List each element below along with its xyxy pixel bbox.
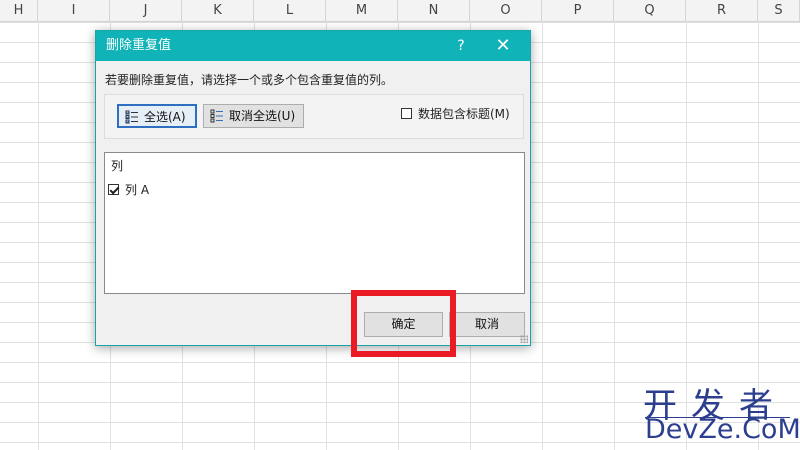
column-header-q[interactable]: Q xyxy=(614,0,686,22)
unselect-all-button[interactable]: 取消全选(U) xyxy=(203,104,304,128)
columns-list-header: 列 xyxy=(111,159,124,173)
unselect-all-label: 取消全选(U) xyxy=(229,109,296,123)
watermark-en: DevZe.CoM xyxy=(645,414,800,445)
column-header-j[interactable]: J xyxy=(110,0,182,22)
ok-button-highlight xyxy=(351,290,456,357)
close-button[interactable]: ✕ xyxy=(486,31,520,61)
column-a-label: 列 A xyxy=(125,183,150,197)
help-button[interactable]: ? xyxy=(444,31,478,61)
column-header-o[interactable]: O xyxy=(470,0,542,22)
column-a-checkbox[interactable] xyxy=(108,184,119,195)
selection-options-group: 全选(A) 取消全选(U) 数据包含标题(M) xyxy=(104,94,524,139)
cancel-button[interactable]: 取消 xyxy=(449,312,525,337)
columns-listbox[interactable]: 列 列 A xyxy=(104,152,525,294)
select-all-icon xyxy=(125,110,138,124)
column-header-h[interactable]: H xyxy=(0,0,38,22)
select-all-label: 全选(A) xyxy=(144,110,186,124)
list-item[interactable]: 列 A xyxy=(108,181,149,198)
column-header-p[interactable]: P xyxy=(542,0,614,22)
column-header-s[interactable]: S xyxy=(758,0,800,22)
select-all-button[interactable]: 全选(A) xyxy=(117,104,197,128)
column-header-i[interactable]: I xyxy=(38,0,110,22)
resize-grip-icon[interactable] xyxy=(520,335,528,343)
headers-checkbox-label: 数据包含标题(M) xyxy=(418,107,510,121)
remove-duplicates-dialog: 删除重复值 ? ✕ 若要删除重复值，请选择一个或多个包含重复值的列。 全选(A) xyxy=(95,30,531,346)
dialog-instruction: 若要删除重复值，请选择一个或多个包含重复值的列。 xyxy=(105,73,394,87)
column-header-l[interactable]: L xyxy=(254,0,326,22)
data-has-headers-checkbox[interactable]: 数据包含标题(M) xyxy=(401,105,510,122)
column-header-k[interactable]: K xyxy=(182,0,254,22)
headers-checkbox-box[interactable] xyxy=(401,108,412,119)
column-header-r[interactable]: R xyxy=(686,0,758,22)
unselect-all-icon xyxy=(210,109,223,123)
column-header-m[interactable]: M xyxy=(326,0,398,22)
dialog-titlebar[interactable]: 删除重复值 ? ✕ xyxy=(96,31,530,61)
dialog-title: 删除重复值 xyxy=(106,38,172,53)
column-header-n[interactable]: N xyxy=(398,0,470,22)
